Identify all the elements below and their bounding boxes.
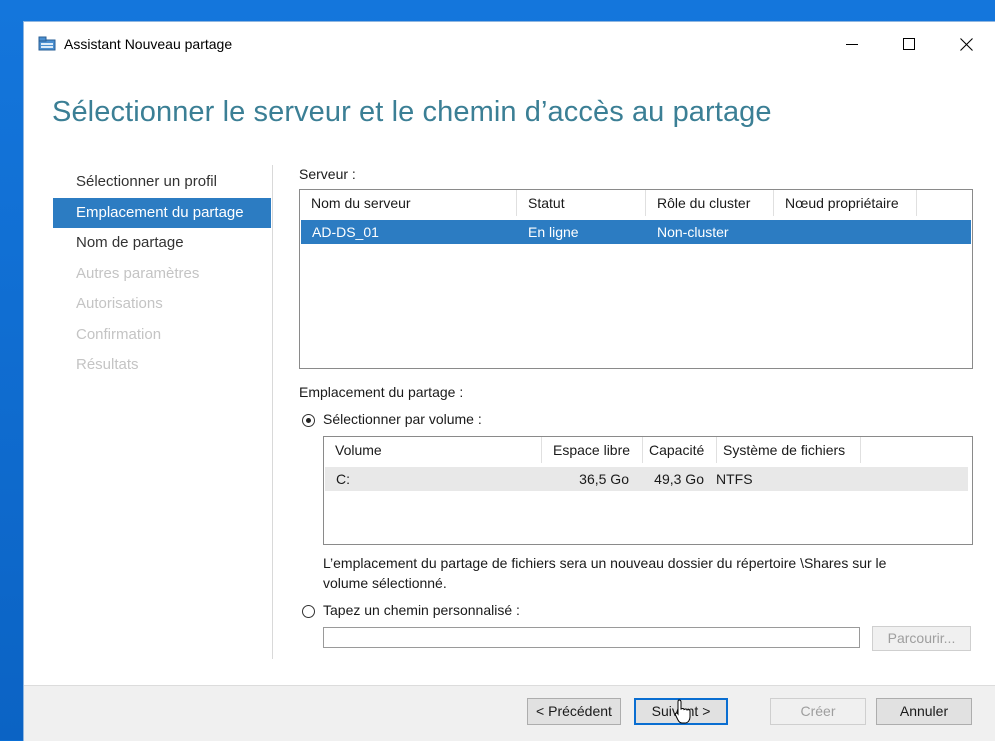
title-bar[interactable]: Assistant Nouveau partage xyxy=(24,22,995,66)
close-icon xyxy=(959,37,973,51)
nav-item-permissions: Autorisations xyxy=(76,295,163,312)
browse-button[interactable]: Parcourir... xyxy=(872,626,971,651)
by-volume-radio[interactable] xyxy=(302,414,315,427)
nav-item-confirmation: Confirmation xyxy=(76,325,162,343)
server-label: Serveur : xyxy=(299,166,356,182)
maximize-button[interactable] xyxy=(886,28,932,60)
column-owner-node[interactable]: Nœud propriétaire xyxy=(774,190,917,216)
column-server-name[interactable]: Nom du serveur xyxy=(300,190,517,216)
share-wizard-icon xyxy=(38,36,56,51)
cluster-role-cell: Non-cluster xyxy=(657,224,729,240)
custom-path-radio[interactable] xyxy=(302,605,315,618)
wizard-nav: Sélectionner un profil Emplacement du pa… xyxy=(53,167,271,381)
radio-selected-dot xyxy=(306,418,311,423)
nav-item-share-location[interactable]: Emplacement du partage xyxy=(53,197,271,228)
minimize-icon xyxy=(846,44,858,45)
location-info-line-1: L’emplacement du partage de fichiers ser… xyxy=(323,555,887,571)
cancel-button[interactable]: Annuler xyxy=(876,698,972,725)
nav-item-other-settings: Autres paramètres xyxy=(76,264,200,282)
file-system-cell: NTFS xyxy=(716,471,753,487)
create-button[interactable]: Créer xyxy=(770,698,866,725)
page-title: Sélectionner le serveur et le chemin d’a… xyxy=(52,96,772,128)
nav-item-share-name[interactable]: Nom de partage xyxy=(53,228,271,259)
location-info-text: L’emplacement du partage de fichiers ser… xyxy=(323,553,886,593)
window-title: Assistant Nouveau partage xyxy=(64,36,233,52)
server-list-header: Nom du serveur Statut Rôle du cluster Nœ… xyxy=(300,190,917,216)
nav-divider xyxy=(272,165,273,659)
server-list[interactable]: Nom du serveur Statut Rôle du cluster Nœ… xyxy=(299,189,973,369)
capacity-cell: 49,3 Go xyxy=(654,471,704,487)
location-info-line-2: volume sélectionné. xyxy=(323,575,447,591)
server-name-cell: AD-DS_01 xyxy=(312,224,379,240)
table-row[interactable]: C: 36,5 Go 49,3 Go NTFS xyxy=(325,467,968,491)
volume-cell: C: xyxy=(336,471,350,487)
custom-path-input[interactable] xyxy=(323,627,860,648)
close-button[interactable] xyxy=(943,28,989,60)
custom-path-label[interactable]: Tapez un chemin personnalisé : xyxy=(323,602,520,618)
previous-button[interactable]: < Précédent xyxy=(527,698,621,725)
table-row[interactable]: AD-DS_01 En ligne Non-cluster xyxy=(301,220,971,244)
column-capacity[interactable]: Capacité xyxy=(643,437,717,463)
column-volume[interactable]: Volume xyxy=(324,437,542,463)
owner-node-cell xyxy=(774,220,971,244)
wizard-window: Assistant Nouveau partage Sélectionner l… xyxy=(24,22,995,741)
minimize-button[interactable] xyxy=(829,28,875,60)
status-cell: En ligne xyxy=(528,224,579,240)
mouse-cursor-icon xyxy=(674,699,691,724)
by-volume-label[interactable]: Sélectionner par volume : xyxy=(323,411,482,427)
column-status[interactable]: Statut xyxy=(517,190,646,216)
column-cluster-role[interactable]: Rôle du cluster xyxy=(646,190,774,216)
column-file-system[interactable]: Système de fichiers xyxy=(717,437,861,463)
column-free-space[interactable]: Espace libre xyxy=(542,437,643,463)
volume-list[interactable]: Volume Espace libre Capacité Système de … xyxy=(323,436,973,545)
maximize-icon xyxy=(903,38,915,50)
nav-item-select-profile[interactable]: Sélectionner un profil xyxy=(53,167,271,198)
volume-list-header: Volume Espace libre Capacité Système de … xyxy=(324,437,861,463)
share-location-label: Emplacement du partage : xyxy=(299,384,464,400)
nav-item-results: Résultats xyxy=(76,356,139,373)
free-space-cell: 36,5 Go xyxy=(579,471,629,487)
